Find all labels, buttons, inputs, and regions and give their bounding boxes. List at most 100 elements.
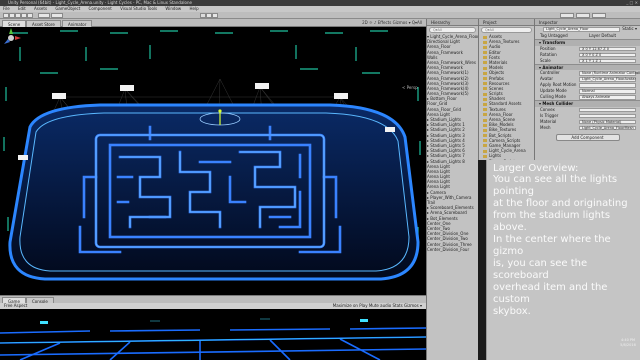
animator-fields: Controller None (Runtime Animator Control…: [535, 70, 640, 100]
game-render: [0, 309, 426, 360]
arena-render: [3, 30, 421, 281]
inspector-field-row: Scale X 1 Y 1 Z 1: [535, 58, 640, 64]
menu-edit[interactable]: Edit: [18, 6, 26, 11]
field-value[interactable]: [579, 107, 636, 112]
field-label: Avatar: [540, 76, 553, 81]
folder-icon: [483, 123, 487, 127]
folder-icon: [483, 82, 487, 86]
project-title: Project: [483, 20, 497, 25]
tag-dropdown[interactable]: Tag Untagged: [540, 33, 568, 38]
folder-icon: [483, 102, 487, 106]
hierarchy-header: Hierarchy: [427, 19, 478, 26]
field-value[interactable]: Light_Cycle_Arena_FloorMesh: [579, 125, 636, 130]
field-value[interactable]: Normal: [579, 89, 636, 94]
folder-icon: [483, 87, 487, 91]
layout-dropdown[interactable]: [592, 13, 606, 18]
note-line: In the center where the gizmo: [493, 234, 611, 257]
field-value[interactable]: X 0 Y 0 Z 0: [579, 52, 636, 57]
mesh-collider-fields: Convex Is Trigger Material None (Physic Mat…: [535, 107, 640, 131]
scene-options[interactable]: 2D ☼ ♪ Effects Gizmos ▾ Q▾All: [362, 20, 422, 25]
game-tab-bar: Game Console: [0, 295, 426, 304]
global-toggle[interactable]: [51, 13, 63, 18]
step-button[interactable]: [212, 13, 218, 18]
field-value[interactable]: None (Physic Material): [579, 119, 636, 124]
note-line: You can see all the lights pointing: [493, 174, 618, 197]
arena-floor: [8, 103, 420, 281]
object-header: Light_Cycle_Arena_Floor Static ▾: [535, 26, 640, 33]
folder-icon: [483, 154, 487, 158]
field-label: Convex: [540, 106, 555, 112]
note-title: Larger Overview:: [493, 163, 579, 174]
layers-dropdown[interactable]: [576, 13, 590, 18]
static-toggle[interactable]: Static ▾: [622, 26, 637, 32]
layer-dropdown[interactable]: Layer Default: [589, 33, 616, 39]
orientation-gizmo-icon[interactable]: [0, 27, 22, 49]
tag-layer-row: Tag Untagged Layer Default: [535, 33, 640, 39]
field-label: Controller: [540, 70, 560, 75]
project-header: Project: [479, 19, 534, 26]
field-label: Is Trigger: [540, 112, 559, 118]
object-name-field[interactable]: Light_Cycle_Arena_Floor: [543, 27, 620, 32]
hierarchy-search-input[interactable]: Q▾All: [429, 27, 476, 33]
hierarchy-item[interactable]: Center_Division_Three: [427, 242, 478, 247]
menu-assets[interactable]: Assets: [34, 6, 47, 11]
folder-icon: [483, 97, 487, 101]
inspector-field-row: Culling Mode Always Animate: [535, 94, 640, 100]
folder-icon: [483, 56, 487, 60]
menu-window[interactable]: Window: [165, 6, 181, 11]
folder-icon: [483, 77, 487, 80]
folder-icon: [483, 139, 487, 143]
menu-file[interactable]: File: [3, 6, 10, 11]
menu-visual-studio-tools[interactable]: Visual Studio Tools: [120, 6, 157, 11]
note-line: overhead item and the custom: [493, 282, 608, 305]
tab-animator[interactable]: Animator: [62, 20, 93, 27]
folder-icon: [483, 71, 487, 75]
folder-icon: [483, 66, 487, 70]
field-label: Rotation: [540, 51, 557, 57]
folder-icon: [483, 118, 487, 122]
pivot-toggle[interactable]: [38, 13, 50, 18]
hierarchy-tree: ▾ Light_Cycle_Arena_Floor 1 Directional …: [427, 34, 478, 252]
hierarchy-item[interactable]: Center_Division_Four: [427, 247, 478, 252]
tab-scene[interactable]: Scene: [2, 20, 27, 27]
field-label: Update Mode: [540, 88, 567, 93]
folder-icon: [483, 40, 487, 44]
menu-help[interactable]: Help: [189, 6, 198, 11]
field-value[interactable]: Always Animate: [579, 95, 636, 100]
field-value[interactable]: X 0 Y 12.67 Z 0: [579, 46, 636, 51]
field-value[interactable]: None (Runtime Animator Controller): [579, 71, 640, 76]
folder-icon: [483, 108, 487, 112]
window-title: Unity Personal (64bit) - Light_Cycle_Are…: [8, 0, 192, 5]
rect-tool-button[interactable]: [27, 13, 33, 18]
menu-component[interactable]: Component: [89, 6, 112, 11]
folder-icon: [483, 128, 487, 132]
account-button[interactable]: [560, 13, 574, 18]
note-line: from the stadium lights above.: [493, 210, 611, 233]
field-value[interactable]: [579, 83, 636, 88]
system-clock: 4:40 PM 5/8/2016: [616, 338, 640, 348]
note-line: at the floor and originating: [493, 198, 628, 209]
overview-note: Larger Overview: You can see all the lig…: [486, 160, 640, 360]
folder-icon: [483, 45, 487, 49]
folder-icon: [483, 61, 487, 65]
add-component-button[interactable]: Add Component: [555, 133, 620, 141]
folder-icon: [483, 149, 487, 153]
field-label: Position: [540, 45, 556, 51]
inspector-header: Inspector: [535, 19, 640, 26]
hierarchy-title: Hierarchy: [431, 20, 451, 25]
scene-tab-bar: Scene Asset Store Animator Shaded 2D ☼ ♪…: [0, 19, 426, 33]
field-value[interactable]: X 1 Y 1 Z 1: [579, 58, 636, 63]
field-label: Apply Root Motion: [540, 82, 577, 87]
scene-view[interactable]: < Persp: [0, 27, 426, 295]
folder-icon: [483, 92, 487, 96]
field-value[interactable]: [579, 113, 636, 118]
field-value[interactable]: Light_Cycle_Arena_FloorAvatar: [579, 77, 636, 82]
perspective-label[interactable]: < Persp: [402, 85, 418, 90]
field-label: Scale: [540, 57, 551, 63]
project-search-input[interactable]: Q▾All: [481, 27, 532, 33]
tab-asset-store[interactable]: Asset Store: [26, 20, 61, 27]
folder-icon: [483, 144, 487, 148]
field-label: Culling Mode: [540, 94, 566, 99]
menu-gameobject[interactable]: GameObject: [55, 6, 80, 11]
aspect-dropdown[interactable]: Free Aspect: [4, 303, 27, 308]
